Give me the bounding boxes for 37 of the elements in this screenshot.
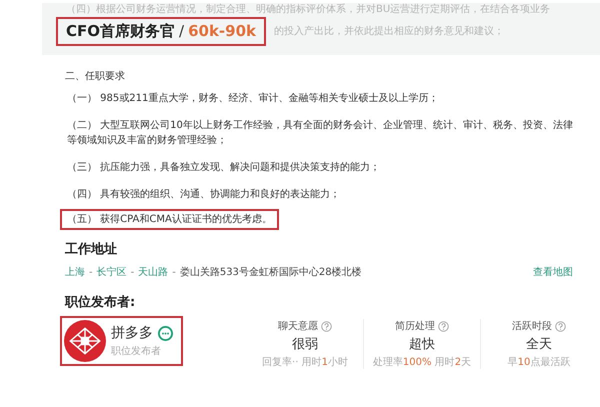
location-link[interactable]: 长宁区 [96, 265, 127, 279]
section-heading: 职位发布者: [64, 294, 136, 311]
stat-label: 聊天意愿 [278, 320, 318, 333]
stat-label: 简历处理 [395, 320, 435, 333]
stat-detail: 处理率100% 用时2天 [372, 356, 472, 369]
section-heading: 二、任职要求 [64, 70, 126, 83]
stat-value: 超快 [409, 336, 435, 353]
requirement-text: （二） 大型互联网公司10年以上财务工作经验，具有全面的财务会计、企业管理、统计、审计、税务、投资、法律等领域知识及丰富的财务管理经验； [66, 118, 574, 148]
publisher-name: 拼多多 [111, 324, 153, 342]
chat-icon[interactable] [158, 326, 173, 340]
location-link[interactable]: 上海 [65, 265, 85, 279]
help-icon[interactable] [555, 320, 566, 332]
stat-label: 活跃时段 [512, 320, 552, 333]
stat-detail: 回复率·· 用时1小时 [262, 356, 348, 369]
separator: - [172, 266, 176, 278]
help-icon[interactable] [438, 320, 449, 332]
stat-value: 全天 [526, 336, 552, 353]
separator: - [89, 266, 93, 278]
logo-icon [64, 320, 106, 362]
job-title: CFO首席财务官 [66, 22, 176, 41]
requirement-text: （三） 抗压能力强，具备独立发现、解决问题和提供决策支持的能力； [66, 160, 382, 175]
address-text: 娄山关路533号金虹桥国际中心28楼北楼 [180, 266, 362, 279]
stat-detail: 早10点最活跃 [508, 356, 570, 369]
map-link[interactable]: 查看地图 [533, 265, 573, 279]
requirement-text: （五） 获得CPA和CMA认证证书的优先考虑。 [60, 209, 279, 230]
requirement-text: （四） 具有较强的组织、沟通、协调能力和良好的表达能力； [66, 188, 342, 202]
publisher-role: 职位发布者 [111, 344, 162, 358]
faded-text: 的投入产出比，并依此提出相应的财务意见和建议； [274, 26, 504, 38]
section-heading: 工作地址 [64, 241, 118, 258]
separator: - [130, 266, 134, 278]
salary: 60k-90k [188, 22, 256, 40]
stat-value: 很弱 [292, 336, 318, 353]
faded-text: （四）根据公司财务运营情况，制定合理、明确的指标评价体系，并对BU运营进行定期评估，在结合各项业务 [66, 4, 550, 16]
help-icon[interactable] [321, 320, 332, 332]
location-link[interactable]: 天山路 [138, 265, 168, 279]
separator: / [179, 22, 184, 40]
requirement-text: （一） 985或211重点大学，财务、经济、审计、金融等相关专业硕士及以上学历； [66, 92, 440, 106]
